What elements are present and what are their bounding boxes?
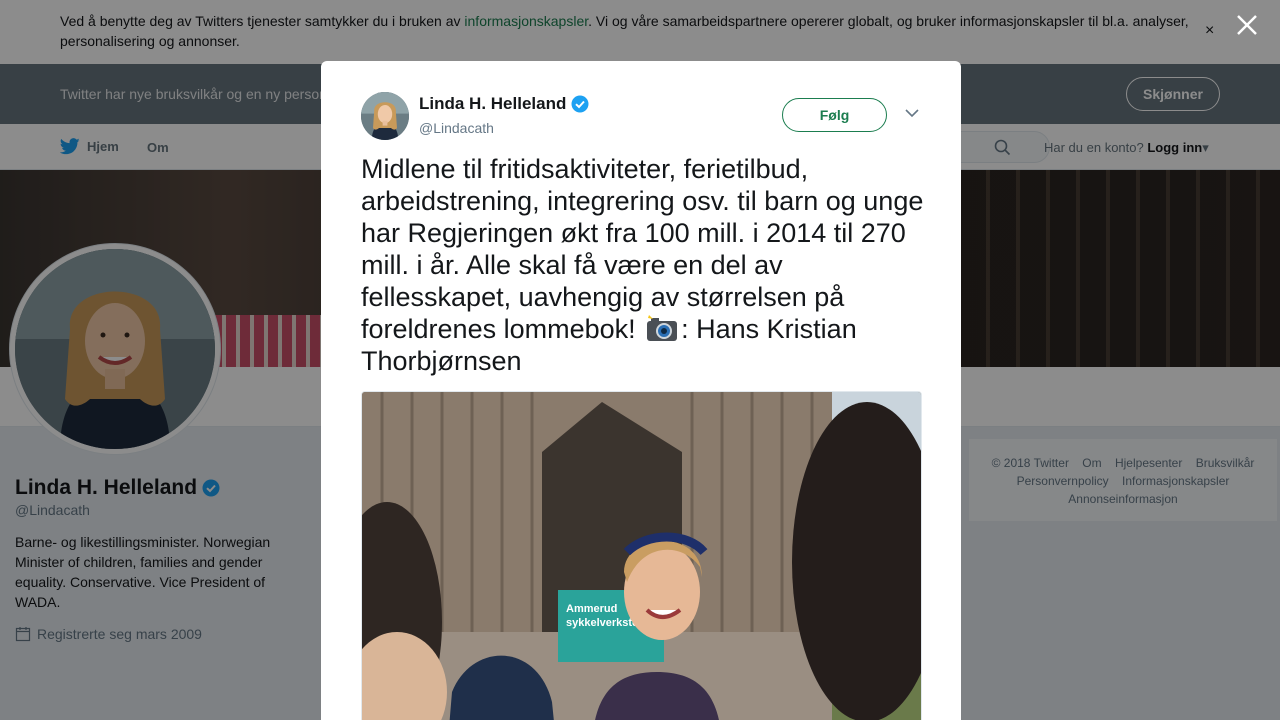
tweet-avatar-portrait [361,92,409,140]
tweet-photo[interactable]: Ammerud sykkelverksted [361,391,922,720]
tweet-avatar[interactable] [361,92,409,140]
close-icon[interactable] [1234,12,1260,38]
tweet-modal: Linda H. Helleland @Lindacath Følg Midle… [321,61,961,720]
camera-flash-icon [647,315,678,341]
tweet-photo-scene: Ammerud sykkelverksted [362,392,921,720]
tweet-text: Midlene til fritidsaktiviteter, ferietil… [361,153,926,377]
tweet-author-name-text: Linda H. Helleland [419,94,567,113]
verified-badge-icon [571,95,589,113]
follow-button[interactable]: Følg [782,98,887,132]
svg-text:Ammerud: Ammerud [566,603,617,615]
tweet-author-name[interactable]: Linda H. Helleland [419,94,589,114]
tweet-author-handle[interactable]: @Lindacath [419,120,494,136]
chevron-down-icon[interactable] [905,109,919,118]
